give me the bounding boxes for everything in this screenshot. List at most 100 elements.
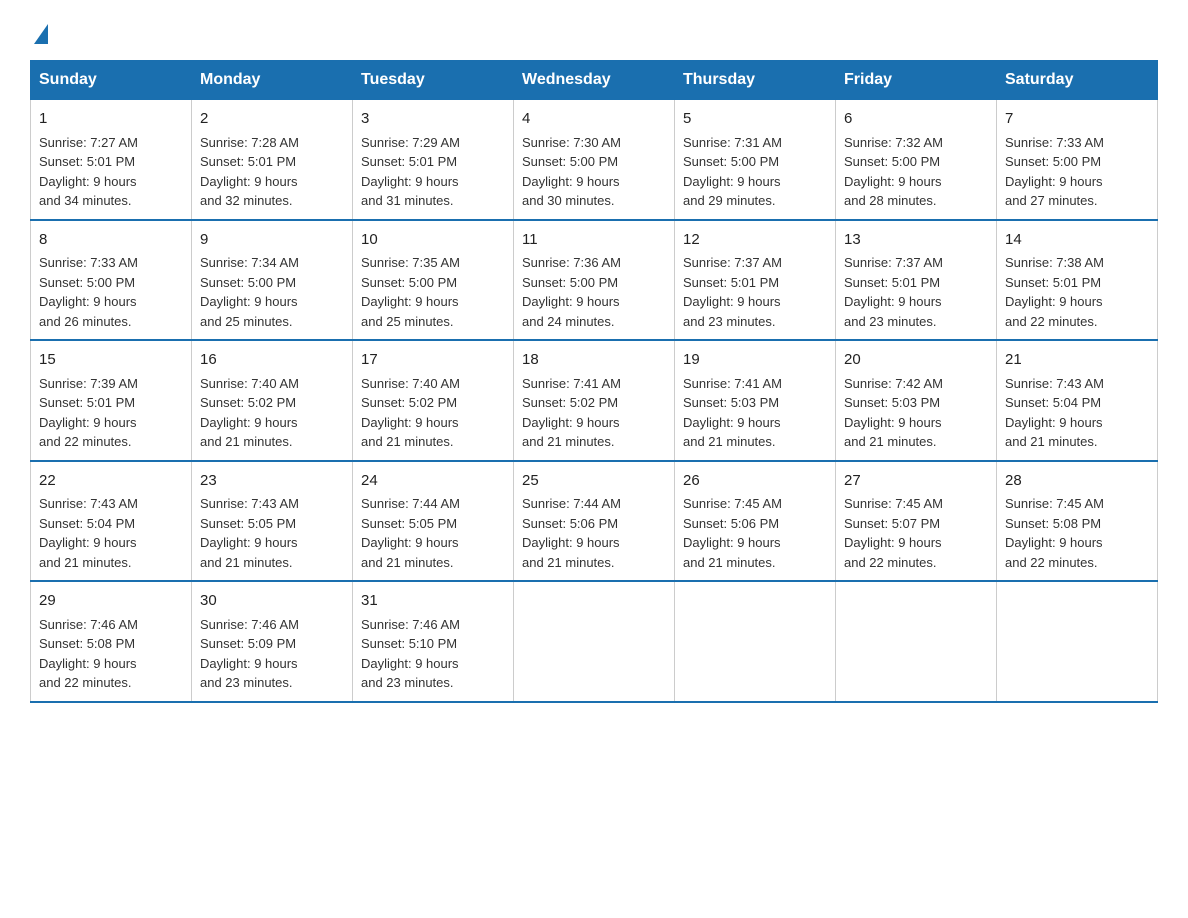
day-number: 15 <box>39 349 183 372</box>
header-friday: Friday <box>836 61 997 100</box>
day-number: 17 <box>361 349 505 372</box>
calendar-cell: 23Sunrise: 7:43 AMSunset: 5:05 PMDayligh… <box>192 461 353 582</box>
calendar-cell: 28Sunrise: 7:45 AMSunset: 5:08 PMDayligh… <box>997 461 1158 582</box>
day-info: Sunrise: 7:45 AMSunset: 5:06 PMDaylight:… <box>683 494 827 572</box>
calendar-table: SundayMondayTuesdayWednesdayThursdayFrid… <box>30 60 1158 703</box>
day-info: Sunrise: 7:33 AMSunset: 5:00 PMDaylight:… <box>39 253 183 331</box>
calendar-cell: 1Sunrise: 7:27 AMSunset: 5:01 PMDaylight… <box>31 100 192 220</box>
calendar-cell: 6Sunrise: 7:32 AMSunset: 5:00 PMDaylight… <box>836 100 997 220</box>
week-row-3: 15Sunrise: 7:39 AMSunset: 5:01 PMDayligh… <box>31 340 1158 461</box>
calendar-cell: 15Sunrise: 7:39 AMSunset: 5:01 PMDayligh… <box>31 340 192 461</box>
day-info: Sunrise: 7:35 AMSunset: 5:00 PMDaylight:… <box>361 253 505 331</box>
day-number: 25 <box>522 470 666 493</box>
day-number: 23 <box>200 470 344 493</box>
day-info: Sunrise: 7:40 AMSunset: 5:02 PMDaylight:… <box>361 374 505 452</box>
day-number: 10 <box>361 229 505 252</box>
day-info: Sunrise: 7:28 AMSunset: 5:01 PMDaylight:… <box>200 133 344 211</box>
day-info: Sunrise: 7:37 AMSunset: 5:01 PMDaylight:… <box>844 253 988 331</box>
logo-triangle-icon <box>34 24 48 44</box>
calendar-cell: 29Sunrise: 7:46 AMSunset: 5:08 PMDayligh… <box>31 581 192 702</box>
calendar-cell: 19Sunrise: 7:41 AMSunset: 5:03 PMDayligh… <box>675 340 836 461</box>
calendar-cell: 2Sunrise: 7:28 AMSunset: 5:01 PMDaylight… <box>192 100 353 220</box>
day-info: Sunrise: 7:38 AMSunset: 5:01 PMDaylight:… <box>1005 253 1149 331</box>
day-number: 5 <box>683 108 827 131</box>
calendar-cell: 3Sunrise: 7:29 AMSunset: 5:01 PMDaylight… <box>353 100 514 220</box>
calendar-cell: 27Sunrise: 7:45 AMSunset: 5:07 PMDayligh… <box>836 461 997 582</box>
day-number: 27 <box>844 470 988 493</box>
calendar-cell: 24Sunrise: 7:44 AMSunset: 5:05 PMDayligh… <box>353 461 514 582</box>
header-sunday: Sunday <box>31 61 192 100</box>
calendar-cell: 17Sunrise: 7:40 AMSunset: 5:02 PMDayligh… <box>353 340 514 461</box>
day-number: 8 <box>39 229 183 252</box>
day-number: 18 <box>522 349 666 372</box>
week-row-4: 22Sunrise: 7:43 AMSunset: 5:04 PMDayligh… <box>31 461 1158 582</box>
day-info: Sunrise: 7:29 AMSunset: 5:01 PMDaylight:… <box>361 133 505 211</box>
day-number: 7 <box>1005 108 1149 131</box>
day-info: Sunrise: 7:34 AMSunset: 5:00 PMDaylight:… <box>200 253 344 331</box>
day-info: Sunrise: 7:37 AMSunset: 5:01 PMDaylight:… <box>683 253 827 331</box>
day-number: 28 <box>1005 470 1149 493</box>
calendar-cell: 25Sunrise: 7:44 AMSunset: 5:06 PMDayligh… <box>514 461 675 582</box>
calendar-cell: 18Sunrise: 7:41 AMSunset: 5:02 PMDayligh… <box>514 340 675 461</box>
day-number: 20 <box>844 349 988 372</box>
calendar-cell: 10Sunrise: 7:35 AMSunset: 5:00 PMDayligh… <box>353 220 514 341</box>
calendar-cell: 22Sunrise: 7:43 AMSunset: 5:04 PMDayligh… <box>31 461 192 582</box>
day-info: Sunrise: 7:45 AMSunset: 5:07 PMDaylight:… <box>844 494 988 572</box>
day-info: Sunrise: 7:43 AMSunset: 5:04 PMDaylight:… <box>39 494 183 572</box>
week-row-2: 8Sunrise: 7:33 AMSunset: 5:00 PMDaylight… <box>31 220 1158 341</box>
calendar-cell: 8Sunrise: 7:33 AMSunset: 5:00 PMDaylight… <box>31 220 192 341</box>
day-number: 26 <box>683 470 827 493</box>
calendar-cell: 14Sunrise: 7:38 AMSunset: 5:01 PMDayligh… <box>997 220 1158 341</box>
calendar-cell: 21Sunrise: 7:43 AMSunset: 5:04 PMDayligh… <box>997 340 1158 461</box>
day-number: 2 <box>200 108 344 131</box>
day-info: Sunrise: 7:41 AMSunset: 5:02 PMDaylight:… <box>522 374 666 452</box>
calendar-cell: 20Sunrise: 7:42 AMSunset: 5:03 PMDayligh… <box>836 340 997 461</box>
header-saturday: Saturday <box>997 61 1158 100</box>
calendar-header-row: SundayMondayTuesdayWednesdayThursdayFrid… <box>31 61 1158 100</box>
header-tuesday: Tuesday <box>353 61 514 100</box>
day-number: 3 <box>361 108 505 131</box>
day-number: 14 <box>1005 229 1149 252</box>
day-info: Sunrise: 7:46 AMSunset: 5:08 PMDaylight:… <box>39 615 183 693</box>
day-number: 30 <box>200 590 344 613</box>
calendar-cell: 4Sunrise: 7:30 AMSunset: 5:00 PMDaylight… <box>514 100 675 220</box>
day-number: 11 <box>522 229 666 252</box>
day-number: 12 <box>683 229 827 252</box>
day-number: 6 <box>844 108 988 131</box>
header-wednesday: Wednesday <box>514 61 675 100</box>
calendar-cell: 13Sunrise: 7:37 AMSunset: 5:01 PMDayligh… <box>836 220 997 341</box>
calendar-cell <box>997 581 1158 702</box>
day-info: Sunrise: 7:44 AMSunset: 5:06 PMDaylight:… <box>522 494 666 572</box>
day-number: 13 <box>844 229 988 252</box>
calendar-cell: 11Sunrise: 7:36 AMSunset: 5:00 PMDayligh… <box>514 220 675 341</box>
day-info: Sunrise: 7:46 AMSunset: 5:09 PMDaylight:… <box>200 615 344 693</box>
day-info: Sunrise: 7:36 AMSunset: 5:00 PMDaylight:… <box>522 253 666 331</box>
day-number: 31 <box>361 590 505 613</box>
calendar-cell: 7Sunrise: 7:33 AMSunset: 5:00 PMDaylight… <box>997 100 1158 220</box>
calendar-cell: 31Sunrise: 7:46 AMSunset: 5:10 PMDayligh… <box>353 581 514 702</box>
day-info: Sunrise: 7:43 AMSunset: 5:04 PMDaylight:… <box>1005 374 1149 452</box>
calendar-cell: 30Sunrise: 7:46 AMSunset: 5:09 PMDayligh… <box>192 581 353 702</box>
day-info: Sunrise: 7:45 AMSunset: 5:08 PMDaylight:… <box>1005 494 1149 572</box>
calendar-cell <box>675 581 836 702</box>
calendar-cell: 16Sunrise: 7:40 AMSunset: 5:02 PMDayligh… <box>192 340 353 461</box>
day-info: Sunrise: 7:43 AMSunset: 5:05 PMDaylight:… <box>200 494 344 572</box>
day-number: 24 <box>361 470 505 493</box>
header-thursday: Thursday <box>675 61 836 100</box>
day-info: Sunrise: 7:33 AMSunset: 5:00 PMDaylight:… <box>1005 133 1149 211</box>
day-number: 9 <box>200 229 344 252</box>
page-header <box>30 20 1158 40</box>
day-info: Sunrise: 7:30 AMSunset: 5:00 PMDaylight:… <box>522 133 666 211</box>
day-info: Sunrise: 7:44 AMSunset: 5:05 PMDaylight:… <box>361 494 505 572</box>
header-monday: Monday <box>192 61 353 100</box>
week-row-5: 29Sunrise: 7:46 AMSunset: 5:08 PMDayligh… <box>31 581 1158 702</box>
day-info: Sunrise: 7:40 AMSunset: 5:02 PMDaylight:… <box>200 374 344 452</box>
day-info: Sunrise: 7:46 AMSunset: 5:10 PMDaylight:… <box>361 615 505 693</box>
calendar-cell: 5Sunrise: 7:31 AMSunset: 5:00 PMDaylight… <box>675 100 836 220</box>
day-number: 1 <box>39 108 183 131</box>
day-info: Sunrise: 7:42 AMSunset: 5:03 PMDaylight:… <box>844 374 988 452</box>
calendar-cell <box>514 581 675 702</box>
day-number: 19 <box>683 349 827 372</box>
calendar-cell: 12Sunrise: 7:37 AMSunset: 5:01 PMDayligh… <box>675 220 836 341</box>
day-info: Sunrise: 7:32 AMSunset: 5:00 PMDaylight:… <box>844 133 988 211</box>
